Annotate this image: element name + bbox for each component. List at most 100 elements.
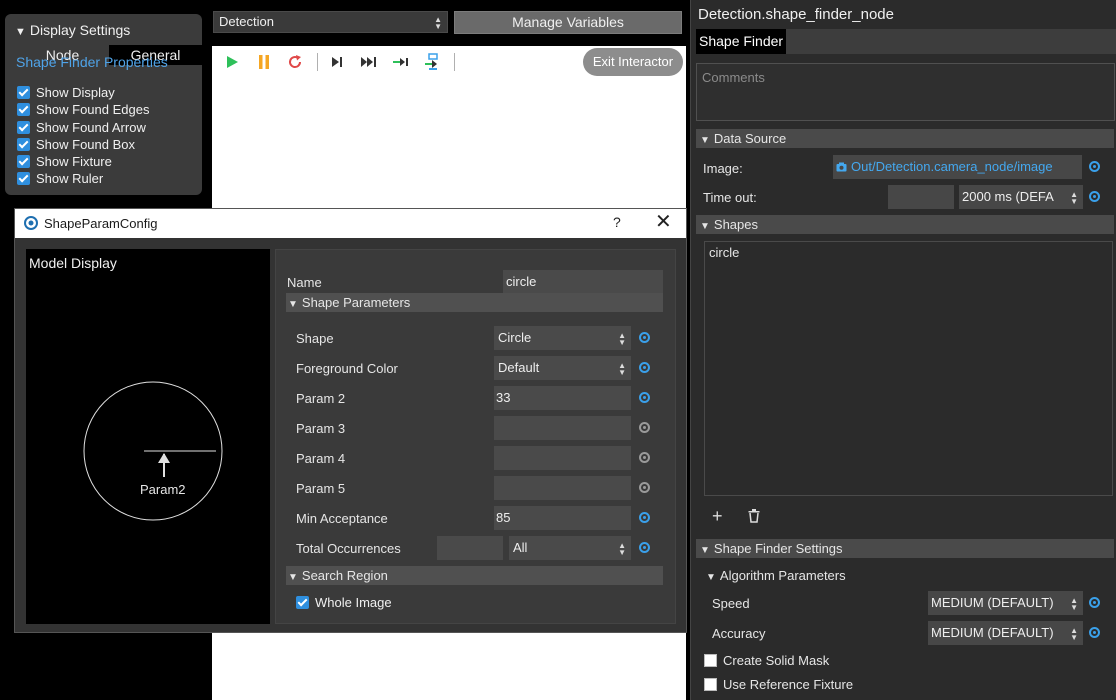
collapse-triangle-icon: ▼ xyxy=(706,572,716,583)
create-solid-mask-checkbox[interactable]: Create Solid Mask xyxy=(704,653,829,668)
total-occurrences-select[interactable]: All ▲ ▼ xyxy=(509,536,631,560)
node-properties-panel: Detection.shape_finder_node Shape Finder… xyxy=(690,0,1116,700)
name-field[interactable]: circle xyxy=(503,270,663,294)
collapse-triangle-icon: ▼ xyxy=(700,135,710,146)
checkbox-checked-icon xyxy=(17,86,30,99)
collapse-triangle-icon: ▼ xyxy=(700,545,710,556)
shape-select[interactable]: Circle ▲ ▼ xyxy=(494,326,631,350)
list-item[interactable]: circle xyxy=(709,245,739,260)
spinner-arrows-icon: ▲ ▼ xyxy=(1070,596,1078,612)
show-ruler-checkbox[interactable]: Show Ruler xyxy=(17,170,103,187)
app-icon xyxy=(23,215,39,231)
binding-indicator-icon[interactable] xyxy=(639,452,650,463)
show-fixture-checkbox[interactable]: Show Fixture xyxy=(17,153,112,170)
name-label: Name xyxy=(287,275,322,290)
collapse-triangle-icon: ▼ xyxy=(15,26,26,38)
show-found-box-checkbox[interactable]: Show Found Box xyxy=(17,136,135,153)
total-occurrences-label: Total Occurrences xyxy=(296,541,401,556)
min-acceptance-label: Min Acceptance xyxy=(296,511,388,526)
collapse-triangle-icon: ▼ xyxy=(700,221,710,232)
param-5-field[interactable] xyxy=(494,476,631,500)
binding-indicator-icon[interactable] xyxy=(639,542,650,553)
checkbox-checked-icon xyxy=(17,121,30,134)
foreground-color-select[interactable]: Default ▲ ▼ xyxy=(494,356,631,380)
param-2-label: Param 2 xyxy=(296,391,346,406)
show-display-checkbox[interactable]: Show Display xyxy=(17,84,115,101)
param-4-field[interactable] xyxy=(494,446,631,470)
circle-model-preview xyxy=(83,381,223,521)
binding-indicator-icon[interactable] xyxy=(639,512,650,523)
min-acceptance-field[interactable]: 85 xyxy=(494,506,631,530)
step-into-icon[interactable] xyxy=(392,53,410,71)
dialog-titlebar[interactable]: ShapeParamConfig ? ✕ xyxy=(15,209,686,238)
binding-indicator-icon[interactable] xyxy=(639,362,650,373)
checkbox-checked-icon xyxy=(296,596,309,609)
step-out-icon[interactable] xyxy=(424,53,442,71)
shapes-section[interactable]: ▼ Shapes xyxy=(696,215,1114,234)
fast-forward-icon[interactable] xyxy=(360,53,378,71)
spinner-arrows-icon: ▲ ▼ xyxy=(618,361,626,377)
manage-variables-button[interactable]: Manage Variables xyxy=(454,11,682,34)
pause-icon[interactable] xyxy=(255,53,273,71)
spinner-arrows-icon: ▲ ▼ xyxy=(618,541,626,557)
dialog-title: ShapeParamConfig xyxy=(44,216,158,231)
total-occurrences-field[interactable] xyxy=(437,536,503,560)
camera-icon xyxy=(836,156,847,179)
play-icon[interactable] xyxy=(223,53,241,71)
close-button[interactable]: ✕ xyxy=(655,212,672,232)
binding-indicator-icon[interactable] xyxy=(1089,627,1100,638)
parameter-area: Name circle ▼ Shape Parameters Shape Circ… xyxy=(275,249,676,624)
display-settings-header[interactable]: ▼ Display Settings xyxy=(15,22,130,38)
checkbox-unchecked-icon xyxy=(704,678,717,691)
shape-param-config-dialog: ShapeParamConfig ? ✕ Model Display Param… xyxy=(14,208,687,633)
speed-label: Speed xyxy=(712,596,750,611)
binding-indicator-icon[interactable] xyxy=(639,482,650,493)
binding-indicator-icon[interactable] xyxy=(639,422,650,433)
shape-finder-settings-section[interactable]: ▼ Shape Finder Settings xyxy=(696,539,1114,558)
shape-parameters-section[interactable]: ▼ Shape Parameters xyxy=(286,293,663,312)
toolbar-divider xyxy=(317,53,318,71)
param-3-field[interactable] xyxy=(494,416,631,440)
timeout-field[interactable] xyxy=(888,185,954,209)
binding-indicator-icon[interactable] xyxy=(1089,191,1100,202)
image-source-field[interactable]: Out/Detection.camera_node/image xyxy=(833,155,1082,179)
accuracy-label: Accuracy xyxy=(712,626,766,641)
binding-indicator-icon[interactable] xyxy=(639,332,650,343)
step-icon[interactable] xyxy=(328,53,346,71)
shapes-list[interactable]: circle xyxy=(704,241,1113,496)
timeout-label: Time out: xyxy=(703,190,757,205)
trash-icon[interactable] xyxy=(748,509,760,526)
spinner-arrows-icon: ▲ ▼ xyxy=(434,15,442,31)
show-found-edges-checkbox[interactable]: Show Found Edges xyxy=(17,101,149,118)
search-region-section[interactable]: ▼ Search Region xyxy=(286,566,663,585)
param-2-field[interactable]: 33 xyxy=(494,386,631,410)
add-icon[interactable]: + xyxy=(712,507,723,525)
restart-icon[interactable] xyxy=(286,53,304,71)
data-source-section[interactable]: ▼ Data Source xyxy=(696,129,1114,148)
node-tab-row: Shape Finder xyxy=(696,29,1116,54)
whole-image-checkbox[interactable]: Whole Image xyxy=(296,594,392,611)
accuracy-select[interactable]: MEDIUM (DEFAULT) ▲ ▼ xyxy=(928,621,1083,645)
toolbar-divider xyxy=(454,53,455,71)
spinner-arrows-icon: ▲ ▼ xyxy=(1070,190,1078,206)
comments-field[interactable]: Comments xyxy=(696,63,1115,121)
node-select[interactable]: Detection ▲ ▼ xyxy=(213,11,448,33)
tab-shape-finder[interactable]: Shape Finder xyxy=(696,29,787,54)
show-found-arrow-checkbox[interactable]: Show Found Arrow xyxy=(17,119,146,136)
help-button[interactable]: ? xyxy=(613,214,621,230)
speed-select[interactable]: MEDIUM (DEFAULT) ▲ ▼ xyxy=(928,591,1083,615)
model-display: Model Display Param2 xyxy=(26,249,270,624)
binding-indicator-icon[interactable] xyxy=(1089,161,1100,172)
timeout-select[interactable]: 2000 ms (DEFA ▲ ▼ xyxy=(959,185,1083,209)
binding-indicator-icon[interactable] xyxy=(639,392,650,403)
use-reference-fixture-checkbox[interactable]: Use Reference Fixture xyxy=(704,677,853,692)
checkbox-checked-icon xyxy=(17,172,30,185)
checkbox-checked-icon xyxy=(17,103,30,116)
exit-interactor-button[interactable]: Exit Interactor xyxy=(583,48,683,76)
binding-indicator-icon[interactable] xyxy=(1089,597,1100,608)
collapse-triangle-icon: ▼ xyxy=(288,572,298,583)
spinner-arrows-icon: ▲ ▼ xyxy=(1070,626,1078,642)
algorithm-parameters-header[interactable]: ▼ Algorithm Parameters xyxy=(706,568,846,583)
shape-label: Shape xyxy=(296,331,334,346)
checkbox-checked-icon xyxy=(17,155,30,168)
